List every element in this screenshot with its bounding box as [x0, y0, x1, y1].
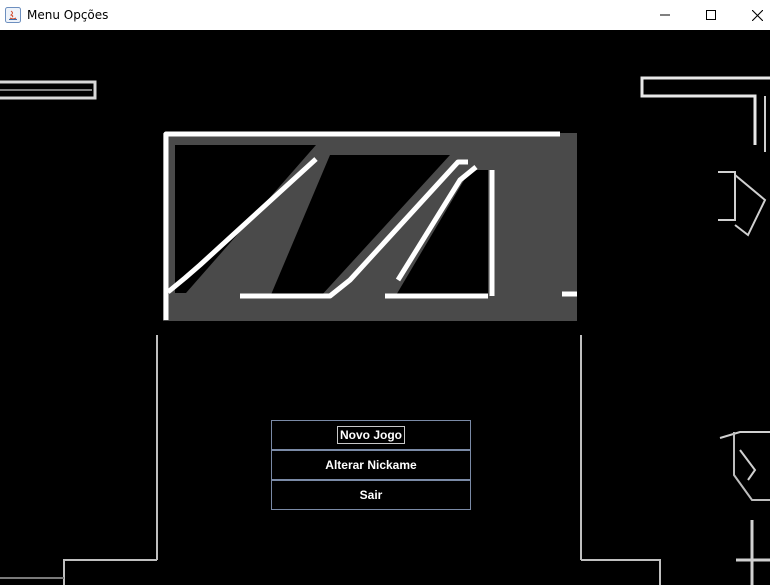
close-icon — [751, 9, 763, 21]
java-app-icon — [5, 7, 21, 23]
new-game-label: Novo Jogo — [337, 426, 405, 444]
maximize-icon — [706, 10, 716, 20]
main-menu: Novo Jogo Alterar Nickame Sair — [271, 420, 471, 510]
za-logo — [163, 131, 577, 321]
close-button[interactable] — [734, 0, 770, 30]
maximize-button[interactable] — [688, 0, 734, 30]
window-title: Menu Opções — [27, 8, 109, 22]
decor-right-shapes — [718, 171, 770, 585]
title-bar: Menu Opções — [0, 0, 770, 31]
decor-top-left-bracket — [0, 80, 97, 100]
minimize-button[interactable] — [642, 0, 688, 30]
exit-button[interactable]: Sair — [271, 480, 471, 510]
change-nickname-label: Alterar Nickame — [325, 458, 417, 472]
exit-label: Sair — [359, 488, 383, 502]
game-menu-panel: Novo Jogo Alterar Nickame Sair — [0, 30, 770, 585]
decor-top-right-bracket — [640, 76, 770, 152]
new-game-button[interactable]: Novo Jogo — [271, 420, 471, 450]
change-nickname-button[interactable]: Alterar Nickame — [271, 450, 471, 480]
minimize-icon — [660, 14, 670, 16]
